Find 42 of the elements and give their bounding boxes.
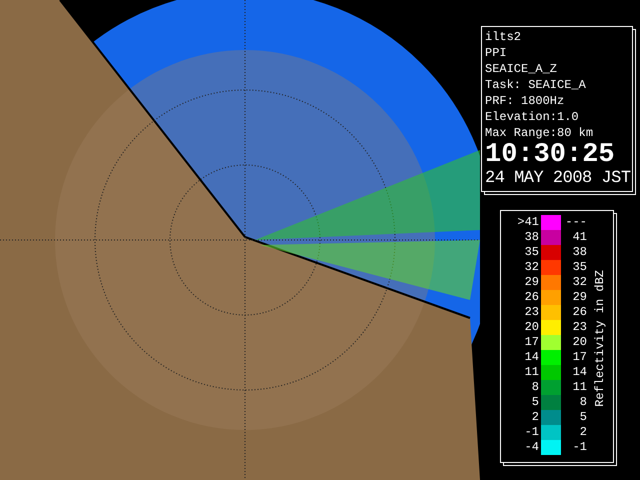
legend-label: 41 [572, 230, 587, 245]
legend-label: 20 [572, 335, 587, 350]
legend-label: 35 [524, 245, 540, 260]
legend-label: 14 [572, 365, 587, 380]
legend-label: 38 [524, 230, 540, 245]
legend-label: 14 [524, 350, 540, 365]
legend-label: 26 [524, 290, 540, 305]
legend-label: 11 [572, 380, 587, 395]
info-text: ilts2 [485, 29, 522, 45]
legend-label: 2 [578, 425, 587, 440]
info-text: SEAICE_A_Z [485, 61, 558, 77]
legend-label: 29 [524, 275, 540, 290]
date-text: 24 MAY 2008 JST [485, 169, 629, 189]
legend-label: 5 [578, 410, 587, 425]
legend-label: 23 [572, 320, 587, 335]
time-text: 10:30:25 [485, 141, 616, 169]
info-text: PPI [485, 45, 508, 61]
legend-label: 11 [524, 365, 540, 380]
legend-label: -1 [572, 440, 587, 455]
legend-label: 17 [572, 350, 587, 365]
legend-label: 8 [530, 380, 540, 395]
legend-label: 5 [530, 395, 540, 410]
legend-label: -1 [524, 425, 540, 440]
info-text: PRF: 1800Hz [485, 93, 566, 109]
legend-label: 23 [524, 305, 540, 320]
info-text: Task: SEAICE_A [485, 77, 587, 93]
legend-label: 29 [572, 290, 587, 305]
legend-label: 20 [524, 320, 540, 335]
legend-label: --- [564, 215, 587, 230]
legend-label: 32 [524, 260, 540, 275]
legend-title: Reflectivity in dBZ [593, 270, 607, 407]
legend-label: >41 [516, 215, 540, 230]
legend-label: 32 [572, 275, 587, 290]
legend-label: 2 [530, 410, 540, 425]
info-text: Elevation:1.0 [485, 109, 580, 125]
legend-label: 8 [578, 395, 587, 410]
legend-label: 38 [572, 245, 587, 260]
legend-label: 26 [572, 305, 587, 320]
legend-label: 35 [572, 260, 587, 275]
info-text: Max Range:80 km [485, 125, 594, 141]
legend-label: -4 [524, 440, 540, 455]
legend-label: 17 [524, 335, 540, 350]
